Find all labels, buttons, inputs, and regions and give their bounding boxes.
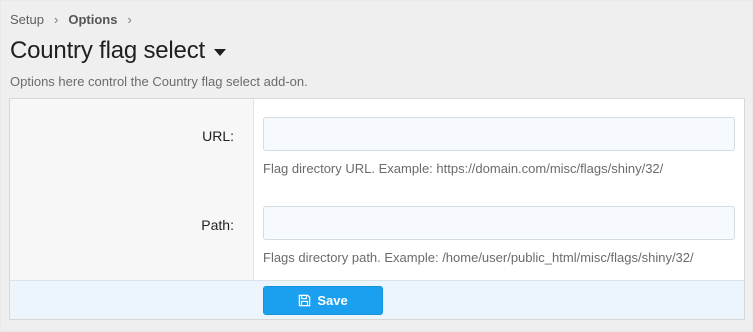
path-input[interactable] <box>263 206 735 240</box>
options-page: Setup › Options › Country flag select Op… <box>1 1 752 330</box>
save-button[interactable]: Save <box>263 286 383 315</box>
chevron-right-icon: › <box>53 12 59 27</box>
page-description: Options here control the Country flag se… <box>10 74 308 89</box>
breadcrumb-item-options[interactable]: Options <box>68 12 117 27</box>
breadcrumb: Setup › Options › <box>10 12 142 27</box>
floppy-disk-icon <box>299 294 311 307</box>
page-title: Country flag select <box>10 37 205 64</box>
breadcrumb-item-setup[interactable]: Setup <box>10 12 44 27</box>
path-hint: Flags directory path. Example: /home/use… <box>263 250 694 265</box>
url-input[interactable] <box>263 117 735 151</box>
path-label: Path: <box>201 217 234 233</box>
url-hint: Flag directory URL. Example: https://dom… <box>263 161 664 176</box>
caret-down-icon[interactable] <box>213 48 226 56</box>
options-form: URL: Flag directory URL. Example: https:… <box>9 98 745 320</box>
url-label: URL: <box>202 128 234 144</box>
chevron-right-icon: › <box>127 12 132 27</box>
submit-row: Save <box>10 280 744 319</box>
label-column <box>10 99 254 280</box>
title-row: Country flag select <box>10 36 226 66</box>
save-button-label: Save <box>317 293 348 308</box>
